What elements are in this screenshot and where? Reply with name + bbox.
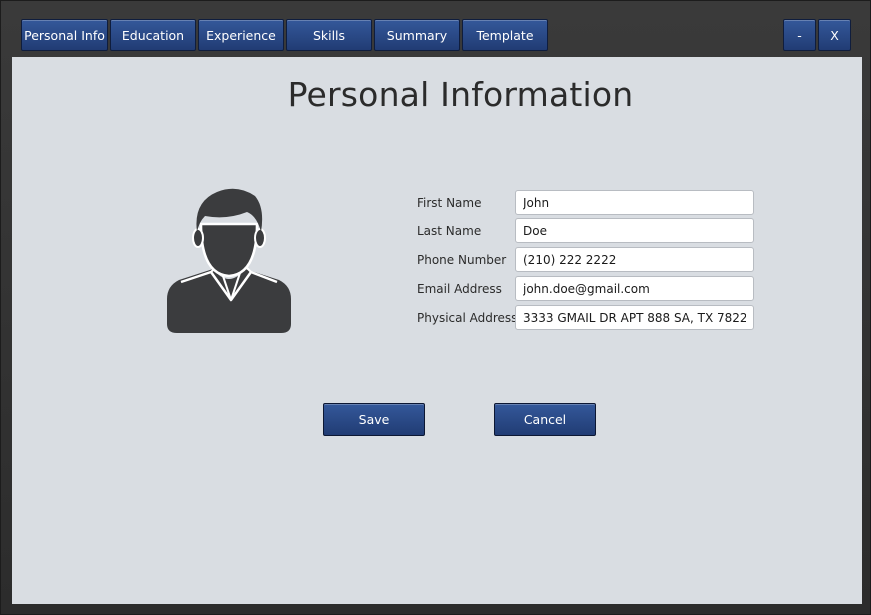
- minimize-button[interactable]: -: [783, 19, 816, 51]
- first-name-label: First Name: [417, 196, 482, 210]
- physical-address-field[interactable]: [515, 305, 754, 330]
- app-window: Personal Info Education Experience Skill…: [0, 0, 871, 615]
- tab-summary[interactable]: Summary: [374, 19, 460, 51]
- email-address-label: Email Address: [417, 282, 502, 296]
- last-name-field[interactable]: [515, 218, 754, 243]
- tab-education[interactable]: Education: [110, 19, 196, 51]
- phone-number-field[interactable]: [515, 247, 754, 272]
- nav-toolbar: Personal Info Education Experience Skill…: [1, 1, 871, 57]
- tab-template[interactable]: Template: [462, 19, 548, 51]
- save-button[interactable]: Save: [323, 403, 425, 436]
- close-button[interactable]: X: [818, 19, 851, 51]
- tab-experience[interactable]: Experience: [198, 19, 284, 51]
- user-avatar-icon: [161, 186, 297, 336]
- tab-skills[interactable]: Skills: [286, 19, 372, 51]
- content-panel: [12, 57, 862, 604]
- email-address-field[interactable]: [515, 276, 754, 301]
- tab-personal-info[interactable]: Personal Info: [21, 19, 108, 51]
- first-name-field[interactable]: [515, 190, 754, 215]
- page-title: Personal Information: [287, 75, 634, 114]
- cancel-button[interactable]: Cancel: [494, 403, 596, 436]
- physical-address-label: Physical Address: [417, 311, 518, 325]
- phone-number-label: Phone Number: [417, 253, 507, 267]
- last-name-label: Last Name: [417, 224, 482, 238]
